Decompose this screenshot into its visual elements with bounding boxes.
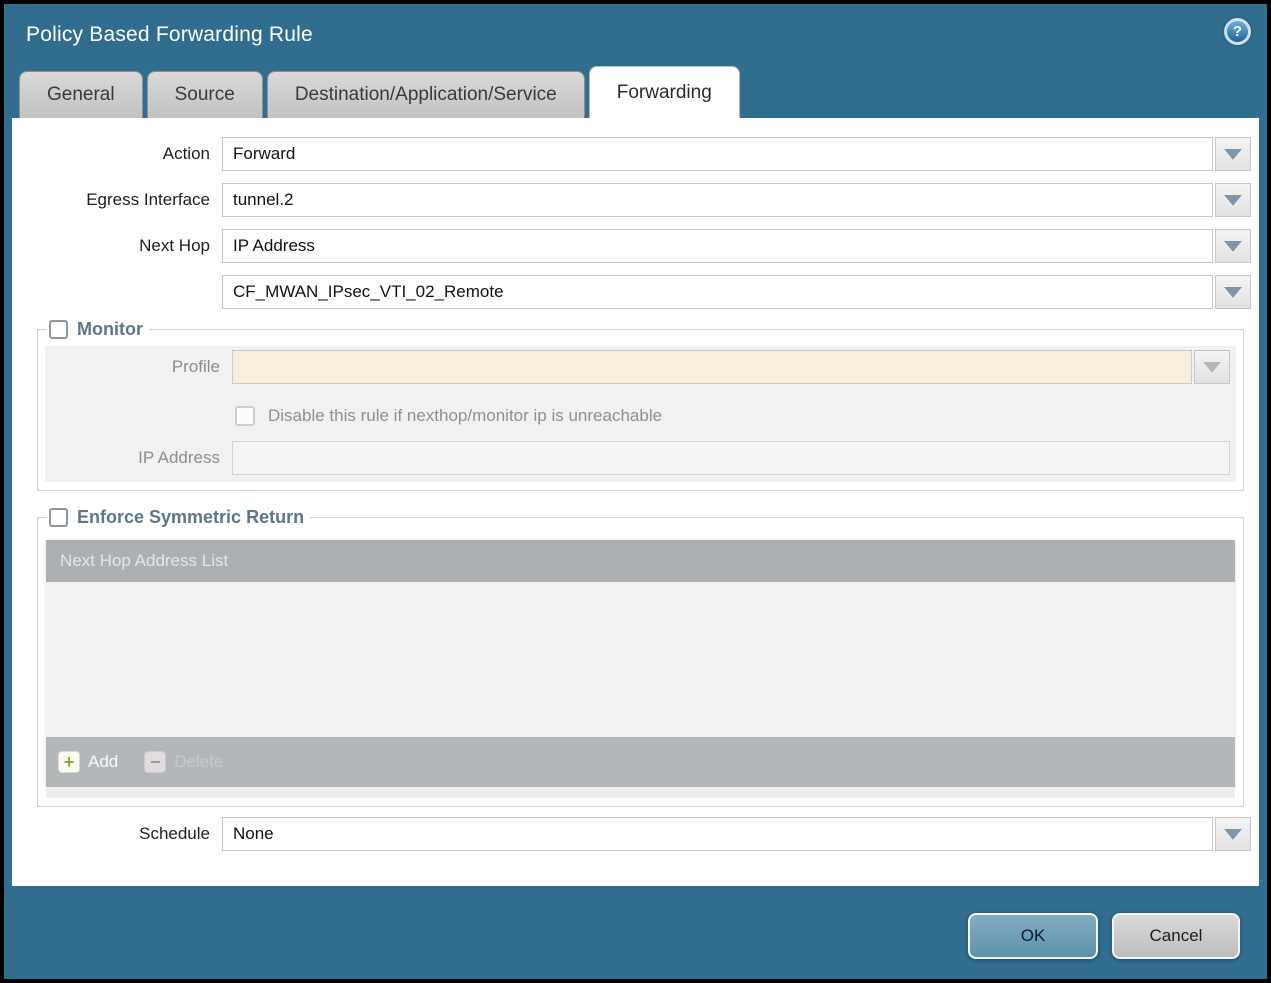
minus-icon: − bbox=[144, 751, 166, 773]
egress-interface-dropdown: tunnel.2 bbox=[222, 183, 1251, 217]
chevron-down-icon bbox=[1203, 362, 1221, 373]
next-hop-address-list-footer: + Add − Delete bbox=[46, 737, 1235, 787]
monitor-body: Profile Disable this rule if nexthop/mon… bbox=[45, 346, 1236, 482]
enforce-symmetric-return-legend: Enforce Symmetric Return bbox=[47, 507, 310, 528]
dialog-titlebar: Policy Based Forwarding Rule ? bbox=[4, 4, 1267, 66]
monitor-ip-address-row: IP Address bbox=[45, 441, 1230, 475]
chevron-down-icon bbox=[1224, 829, 1242, 840]
monitor-legend-label: Monitor bbox=[77, 319, 143, 340]
next-hop-address-dropdown: CF_MWAN_IPsec_VTI_02_Remote bbox=[222, 275, 1251, 309]
page-title: Policy Based Forwarding Rule bbox=[26, 23, 313, 47]
action-label: Action bbox=[12, 144, 222, 164]
tab-general[interactable]: General bbox=[19, 71, 143, 118]
cancel-button[interactable]: Cancel bbox=[1112, 913, 1240, 959]
next-hop-address-value[interactable]: CF_MWAN_IPsec_VTI_02_Remote bbox=[222, 275, 1213, 309]
next-hop-type-value[interactable]: IP Address bbox=[222, 229, 1213, 263]
enforce-symmetric-return-legend-label: Enforce Symmetric Return bbox=[77, 507, 304, 528]
policy-based-forwarding-dialog: Policy Based Forwarding Rule ? General S… bbox=[4, 4, 1267, 979]
next-hop-address-dropdown-button[interactable] bbox=[1215, 275, 1251, 309]
profile-row: Profile bbox=[45, 350, 1230, 384]
action-dropdown: Forward bbox=[222, 137, 1251, 171]
delete-button-label: Delete bbox=[174, 752, 223, 772]
next-hop-type-dropdown: IP Address bbox=[222, 229, 1251, 263]
add-button-label: Add bbox=[88, 752, 118, 772]
profile-label: Profile bbox=[45, 357, 232, 377]
egress-interface-label: Egress Interface bbox=[12, 190, 222, 210]
egress-interface-dropdown-button[interactable] bbox=[1215, 183, 1251, 217]
monitor-fieldset: Monitor Profile Disable this rule if nex… bbox=[37, 319, 1244, 491]
enforce-symmetric-return-fieldset: Enforce Symmetric Return Next Hop Addres… bbox=[37, 507, 1244, 807]
chevron-down-icon bbox=[1224, 149, 1242, 160]
forwarding-tab-panel: Action Forward Egress Interface tunnel.2… bbox=[12, 118, 1259, 886]
schedule-value[interactable]: None bbox=[222, 817, 1213, 851]
table-understrip bbox=[46, 787, 1235, 798]
chevron-down-icon bbox=[1224, 195, 1242, 206]
plus-icon: + bbox=[58, 751, 80, 773]
delete-button: − Delete bbox=[144, 751, 223, 773]
tab-forwarding[interactable]: Forwarding bbox=[589, 66, 740, 118]
schedule-label: Schedule bbox=[12, 824, 222, 844]
add-button[interactable]: + Add bbox=[58, 751, 118, 773]
schedule-dropdown: None bbox=[222, 817, 1251, 851]
action-dropdown-button[interactable] bbox=[1215, 137, 1251, 171]
disable-rule-checkbox bbox=[235, 406, 255, 426]
next-hop-address-list-table: Next Hop Address List + Add − Delete bbox=[46, 540, 1235, 787]
monitor-checkbox[interactable] bbox=[49, 320, 68, 339]
profile-value bbox=[232, 350, 1192, 384]
tab-bar: General Source Destination/Application/S… bbox=[4, 66, 1267, 118]
schedule-row: Schedule None bbox=[12, 817, 1251, 851]
disable-rule-label: Disable this rule if nexthop/monitor ip … bbox=[268, 406, 662, 426]
next-hop-type-dropdown-button[interactable] bbox=[1215, 229, 1251, 263]
profile-dropdown bbox=[232, 350, 1230, 384]
action-row: Action Forward bbox=[12, 137, 1251, 171]
chevron-down-icon bbox=[1224, 287, 1242, 298]
monitor-ip-address-input bbox=[232, 441, 1230, 475]
dialog-footer: OK Cancel bbox=[4, 886, 1267, 979]
monitor-legend: Monitor bbox=[47, 319, 149, 340]
schedule-dropdown-button[interactable] bbox=[1215, 817, 1251, 851]
help-icon[interactable]: ? bbox=[1224, 18, 1251, 45]
egress-interface-value[interactable]: tunnel.2 bbox=[222, 183, 1213, 217]
next-hop-row: Next Hop IP Address bbox=[12, 229, 1251, 263]
chevron-down-icon bbox=[1224, 241, 1242, 252]
next-hop-address-list-body[interactable] bbox=[46, 582, 1235, 737]
monitor-ip-address-label: IP Address bbox=[45, 448, 232, 468]
next-hop-label: Next Hop bbox=[12, 236, 222, 256]
disable-rule-row: Disable this rule if nexthop/monitor ip … bbox=[235, 399, 1230, 433]
egress-interface-row: Egress Interface tunnel.2 bbox=[12, 183, 1251, 217]
tab-source[interactable]: Source bbox=[147, 71, 263, 118]
next-hop-address-row: CF_MWAN_IPsec_VTI_02_Remote bbox=[12, 275, 1251, 309]
profile-dropdown-button bbox=[1194, 350, 1230, 384]
next-hop-address-list-header: Next Hop Address List bbox=[46, 540, 1235, 582]
tab-destination-application-service[interactable]: Destination/Application/Service bbox=[267, 71, 585, 118]
ok-button[interactable]: OK bbox=[968, 913, 1098, 959]
action-value[interactable]: Forward bbox=[222, 137, 1213, 171]
enforce-symmetric-return-checkbox[interactable] bbox=[49, 508, 68, 527]
